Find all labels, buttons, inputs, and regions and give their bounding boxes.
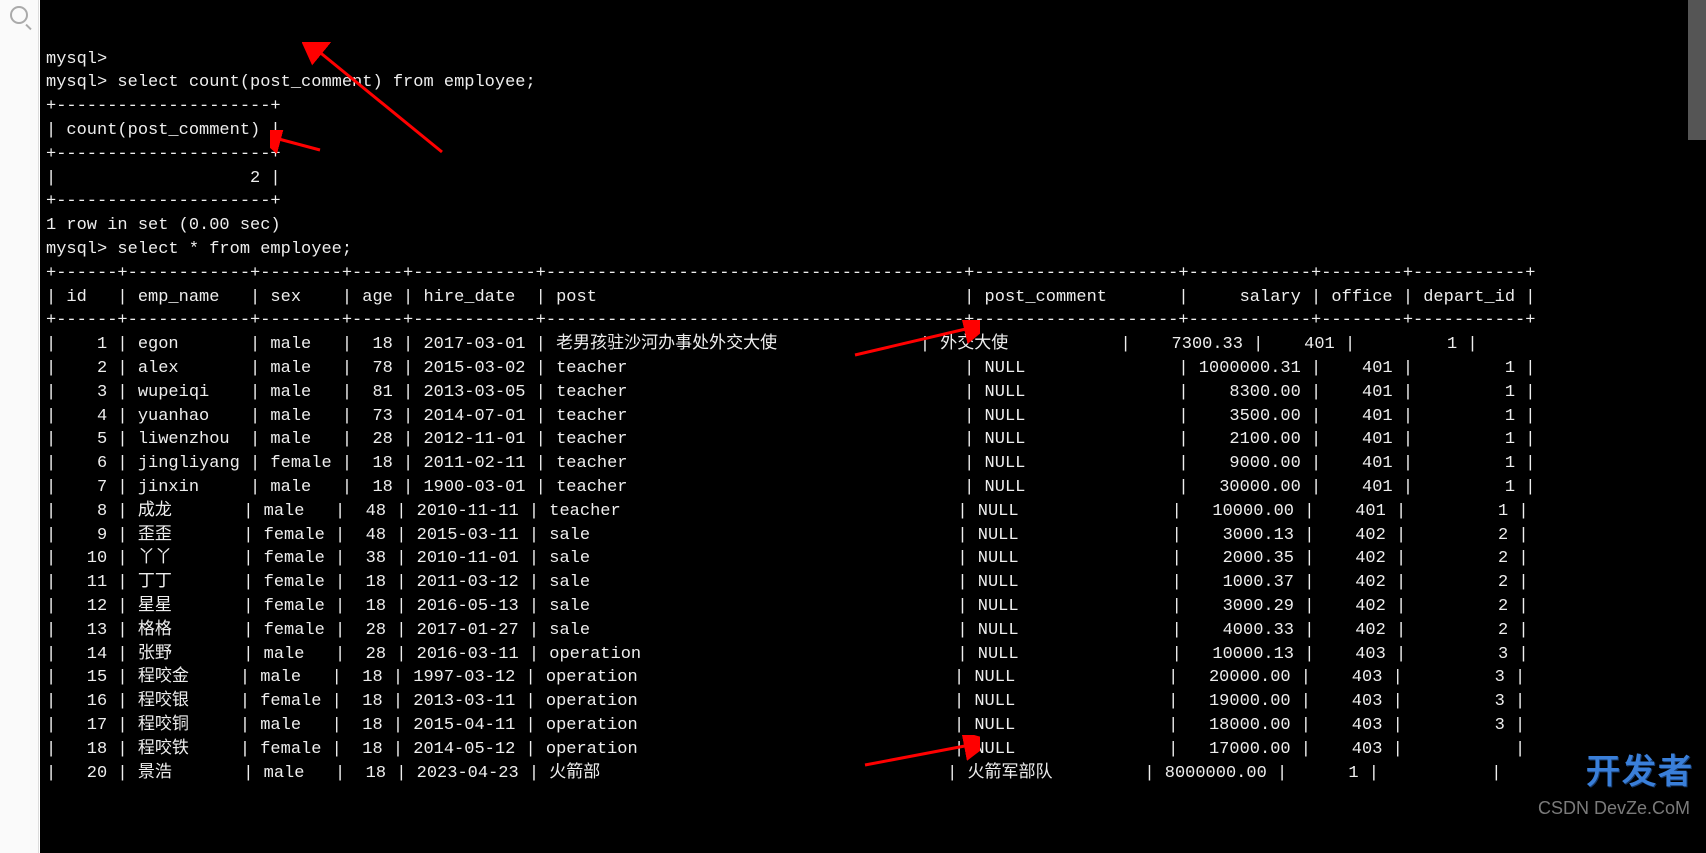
terminal-line: | 20 | 景浩 | male | 18 | 2023-04-23 | 火箭部… xyxy=(46,762,1706,786)
terminal-line: | 15 | 程咬金 | male | 18 | 1997-03-12 | op… xyxy=(46,666,1706,690)
terminal-line: | 17 | 程咬铜 | male | 18 | 2015-04-11 | op… xyxy=(46,714,1706,738)
terminal-line: +---------------------+ xyxy=(46,143,1706,167)
sidebar xyxy=(0,0,39,853)
terminal-line: | 2 | alex | male | 78 | 2015-03-02 | te… xyxy=(46,357,1706,381)
terminal-line: | 14 | 张野 | male | 28 | 2016-03-11 | ope… xyxy=(46,643,1706,667)
terminal-line: mysql> xyxy=(46,48,1706,72)
terminal-line: | 3 | wupeiqi | male | 81 | 2013-03-05 |… xyxy=(46,381,1706,405)
terminal-line: | 7 | jinxin | male | 18 | 1900-03-01 | … xyxy=(46,476,1706,500)
terminal-line: | 5 | liwenzhou | male | 28 | 2012-11-01… xyxy=(46,428,1706,452)
scrollbar-thumb[interactable] xyxy=(1688,0,1706,140)
terminal-line: | 16 | 程咬银 | female | 18 | 2013-03-11 | … xyxy=(46,690,1706,714)
terminal-line: | 9 | 歪歪 | female | 48 | 2015-03-11 | sa… xyxy=(46,524,1706,548)
terminal-line: | 8 | 成龙 | male | 48 | 2010-11-11 | teac… xyxy=(46,500,1706,524)
terminal-line: | 6 | jingliyang | female | 18 | 2011-02… xyxy=(46,452,1706,476)
terminal-line: +------+------------+--------+-----+----… xyxy=(46,262,1706,286)
terminal-line: 1 row in set (0.00 sec) xyxy=(46,214,1706,238)
terminal-line: | 11 | 丁丁 | female | 18 | 2011-03-12 | s… xyxy=(46,571,1706,595)
search-icon[interactable] xyxy=(10,6,28,24)
terminal-line: mysql> select * from employee; xyxy=(46,238,1706,262)
terminal-line: | 2 | xyxy=(46,167,1706,191)
terminal-line: | count(post_comment) | xyxy=(46,119,1706,143)
watermark-text: 开发者 xyxy=(1586,761,1694,785)
terminal-line: | id | emp_name | sex | age | hire_date … xyxy=(46,286,1706,310)
terminal-line: +---------------------+ xyxy=(46,95,1706,119)
terminal-line: | 10 | 丫丫 | female | 38 | 2010-11-01 | s… xyxy=(46,547,1706,571)
terminal-line: | 18 | 程咬铁 | female | 18 | 2014-05-12 | … xyxy=(46,738,1706,762)
terminal-line: mysql> select count(post_comment) from e… xyxy=(46,71,1706,95)
terminal-line: +------+------------+--------+-----+----… xyxy=(46,309,1706,333)
terminal-line: | 12 | 星星 | female | 18 | 2016-05-13 | s… xyxy=(46,595,1706,619)
terminal-line: | 4 | yuanhao | male | 73 | 2014-07-01 |… xyxy=(46,405,1706,429)
terminal-line: | 13 | 格格 | female | 28 | 2017-01-27 | s… xyxy=(46,619,1706,643)
watermark-csdn: CSDN DevZe.CoM xyxy=(1538,797,1690,821)
terminal[interactable]: mysql>mysql> select count(post_comment) … xyxy=(40,0,1706,853)
terminal-line: | 1 | egon | male | 18 | 2017-03-01 | 老男… xyxy=(46,333,1706,357)
terminal-line: +---------------------+ xyxy=(46,190,1706,214)
